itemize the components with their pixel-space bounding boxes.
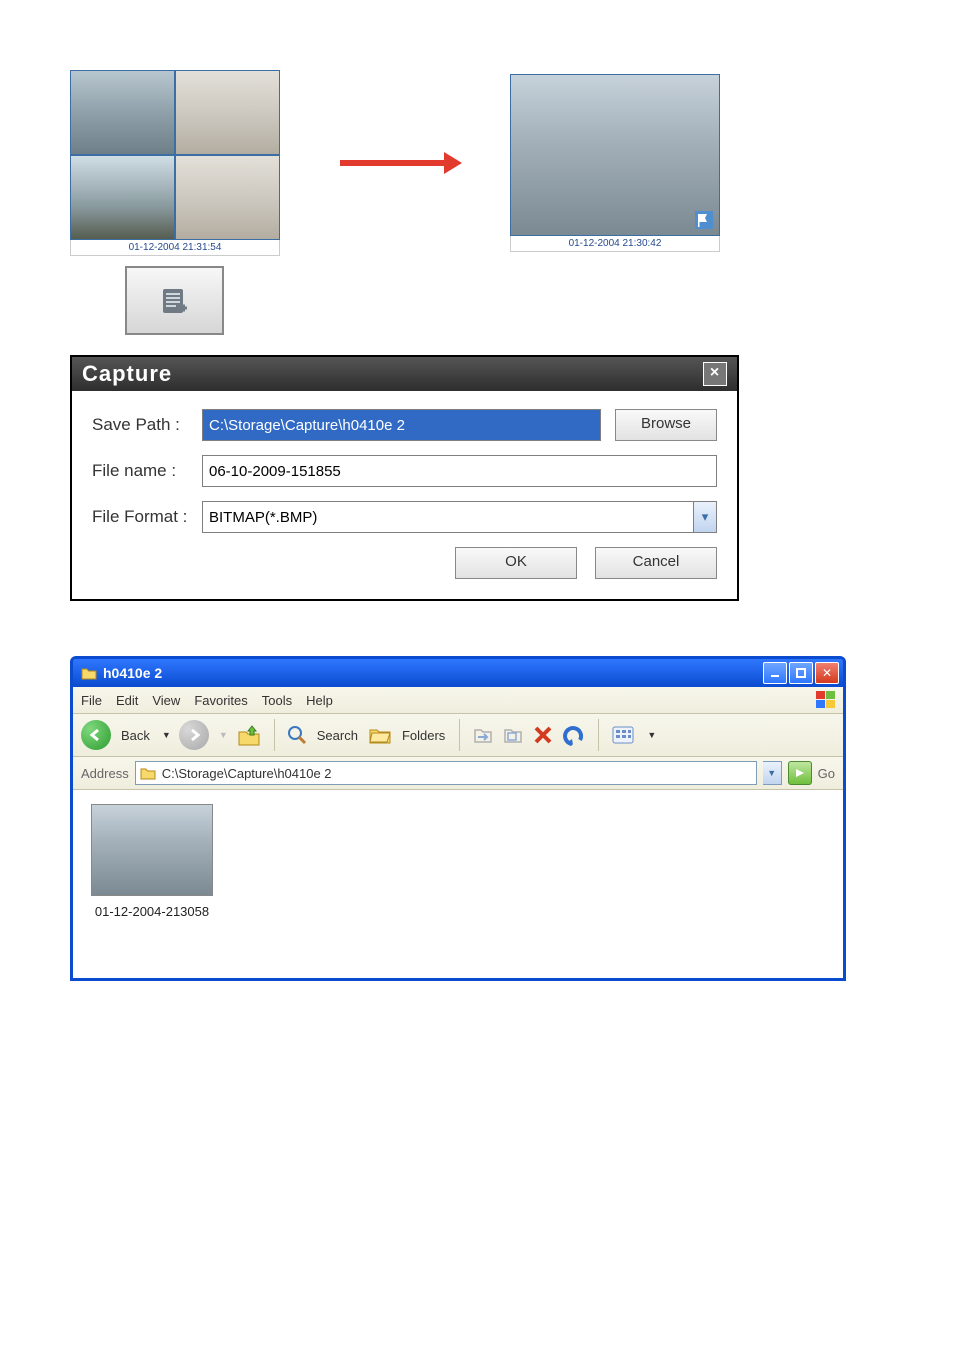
single-preview: 01-12-2004 21:30:42: [510, 74, 720, 252]
chevron-down-icon[interactable]: ▾: [694, 501, 717, 533]
explorer-toolbar: Back ▼ ▼ Search Folders: [73, 714, 843, 757]
flag-icon: [695, 211, 713, 229]
views-dropdown-icon[interactable]: ▼: [647, 730, 656, 740]
explorer-title-text: h0410e 2: [103, 665, 162, 681]
explorer-window: h0410e 2 ✕ File Edit View Favorites Tool…: [70, 656, 846, 981]
back-label[interactable]: Back: [121, 728, 150, 743]
cancel-button[interactable]: Cancel: [595, 547, 717, 579]
move-to-icon[interactable]: [472, 724, 494, 746]
file-thumbnail[interactable]: 01-12-2004-213058: [87, 804, 217, 919]
quad-cell-2: [175, 70, 280, 155]
folder-open-icon: [81, 666, 97, 680]
copy-to-icon[interactable]: [502, 724, 524, 746]
save-path-input[interactable]: [202, 409, 601, 441]
folders-icon[interactable]: [368, 724, 392, 746]
folders-label[interactable]: Folders: [402, 728, 445, 743]
explorer-content: 01-12-2004-213058: [73, 790, 843, 978]
menu-file[interactable]: File: [81, 693, 102, 708]
address-input[interactable]: C:\Storage\Capture\h0410e 2: [135, 761, 757, 785]
quad-cell-4: [175, 155, 280, 240]
arrow-right-icon: [340, 160, 450, 166]
back-button[interactable]: [81, 720, 111, 750]
search-icon[interactable]: [287, 725, 307, 745]
browse-button[interactable]: Browse: [615, 409, 717, 441]
minimize-button[interactable]: [763, 662, 787, 684]
snapshot-button[interactable]: [125, 266, 224, 335]
thumbnail-label: 01-12-2004-213058: [87, 904, 217, 919]
capture-dialog: Capture × Save Path : Browse File name :…: [70, 355, 739, 601]
close-button[interactable]: ✕: [815, 662, 839, 684]
search-label[interactable]: Search: [317, 728, 358, 743]
folder-open-icon: [140, 766, 156, 780]
file-name-label: File name :: [92, 461, 202, 481]
capture-title-text: Capture: [82, 361, 172, 387]
up-folder-icon[interactable]: [236, 722, 262, 748]
quad-timestamp: 01-12-2004 21:31:54: [70, 240, 280, 256]
close-button[interactable]: ×: [703, 362, 727, 386]
address-dropdown-icon[interactable]: ▼: [763, 761, 782, 785]
address-path: C:\Storage\Capture\h0410e 2: [162, 766, 332, 781]
file-format-value: [202, 501, 694, 533]
menu-help[interactable]: Help: [306, 693, 333, 708]
example-row: 01-12-2004 21:31:54 01-12-2004 21:30:42: [70, 70, 884, 256]
undo-icon[interactable]: [562, 724, 586, 746]
capture-titlebar: Capture ×: [72, 357, 737, 391]
back-dropdown-icon[interactable]: ▼: [162, 730, 171, 740]
ok-button[interactable]: OK: [455, 547, 577, 579]
snapshot-icon: [158, 284, 192, 318]
views-icon[interactable]: [611, 724, 637, 746]
forward-dropdown-icon[interactable]: ▼: [219, 730, 228, 740]
go-label: Go: [818, 766, 835, 781]
maximize-button[interactable]: [789, 662, 813, 684]
forward-button[interactable]: [179, 720, 209, 750]
file-name-input[interactable]: [202, 455, 717, 487]
go-button[interactable]: [788, 761, 812, 785]
file-format-select[interactable]: ▾: [202, 501, 717, 533]
explorer-addressbar: Address C:\Storage\Capture\h0410e 2 ▼ Go: [73, 757, 843, 790]
quad-preview: 01-12-2004 21:31:54: [70, 70, 280, 256]
delete-icon[interactable]: [532, 724, 554, 746]
explorer-titlebar: h0410e 2 ✕: [73, 659, 843, 687]
save-path-label: Save Path :: [92, 415, 202, 435]
menu-tools[interactable]: Tools: [262, 693, 292, 708]
single-timestamp: 01-12-2004 21:30:42: [510, 236, 720, 252]
explorer-menubar: File Edit View Favorites Tools Help: [73, 687, 843, 714]
thumbnail-image: [91, 804, 213, 896]
menu-favorites[interactable]: Favorites: [194, 693, 247, 708]
single-image: [510, 74, 720, 236]
quad-cell-1: [70, 70, 175, 155]
file-format-label: File Format :: [92, 507, 202, 527]
quad-cell-3: [70, 155, 175, 240]
menu-edit[interactable]: Edit: [116, 693, 138, 708]
windows-flag-icon: [815, 690, 837, 710]
address-label: Address: [81, 766, 129, 781]
menu-view[interactable]: View: [152, 693, 180, 708]
